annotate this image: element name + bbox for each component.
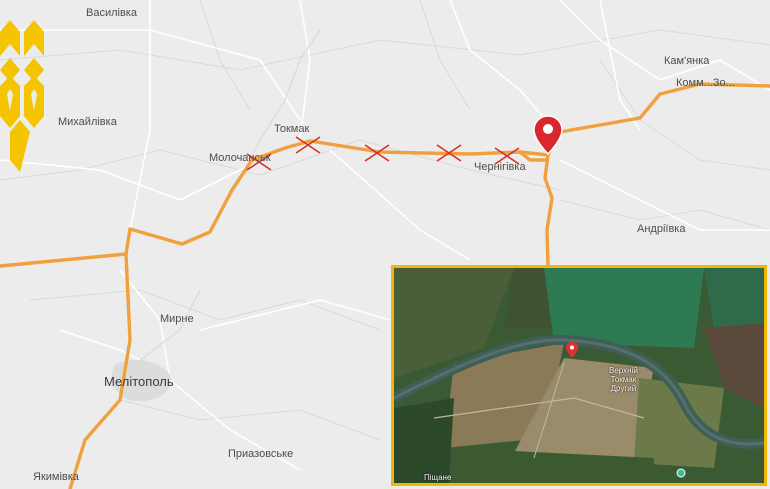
satellite-label-block: Верхній Токмак Другий [609, 366, 638, 393]
town-label-yakymivka: Якимівка [33, 471, 79, 483]
town-label-tokmak: Токмак [274, 123, 310, 135]
town-label-andriivka: Андріївка [637, 223, 686, 235]
satellite-inset[interactable]: Верхній Токмак Другий Піщане [391, 265, 767, 486]
map-view[interactable]: Василівка Михайлівка Токмак Молочанськ Ч… [0, 0, 770, 489]
town-label-melitopol: Мелітополь [104, 374, 174, 389]
satellite-label-line1: Верхній [609, 366, 638, 375]
town-label-pryazovske: Приазовське [228, 448, 294, 460]
town-label-molochansk: Молочанськ [209, 152, 271, 164]
town-label-kommunar: Комм...Зо... [676, 77, 735, 89]
satellite-label-line2: Токмак [610, 375, 637, 384]
map-point-icon [676, 468, 686, 478]
town-label-chernihivka: Чернігівка [474, 161, 526, 173]
satellite-label-line3: Другий [610, 384, 637, 393]
satellite-pin-icon [566, 342, 578, 358]
brand-logo-icon [0, 20, 44, 172]
town-label-mykhailivka: Михайлівка [58, 116, 117, 128]
satellite-image [394, 268, 764, 483]
town-label-vasylivka: Василівка [86, 7, 137, 19]
town-label-kamianka: Кам'янка [664, 55, 710, 67]
satellite-bottom-label: Піщане [424, 473, 452, 482]
town-label-myrne: Мирне [160, 313, 194, 325]
